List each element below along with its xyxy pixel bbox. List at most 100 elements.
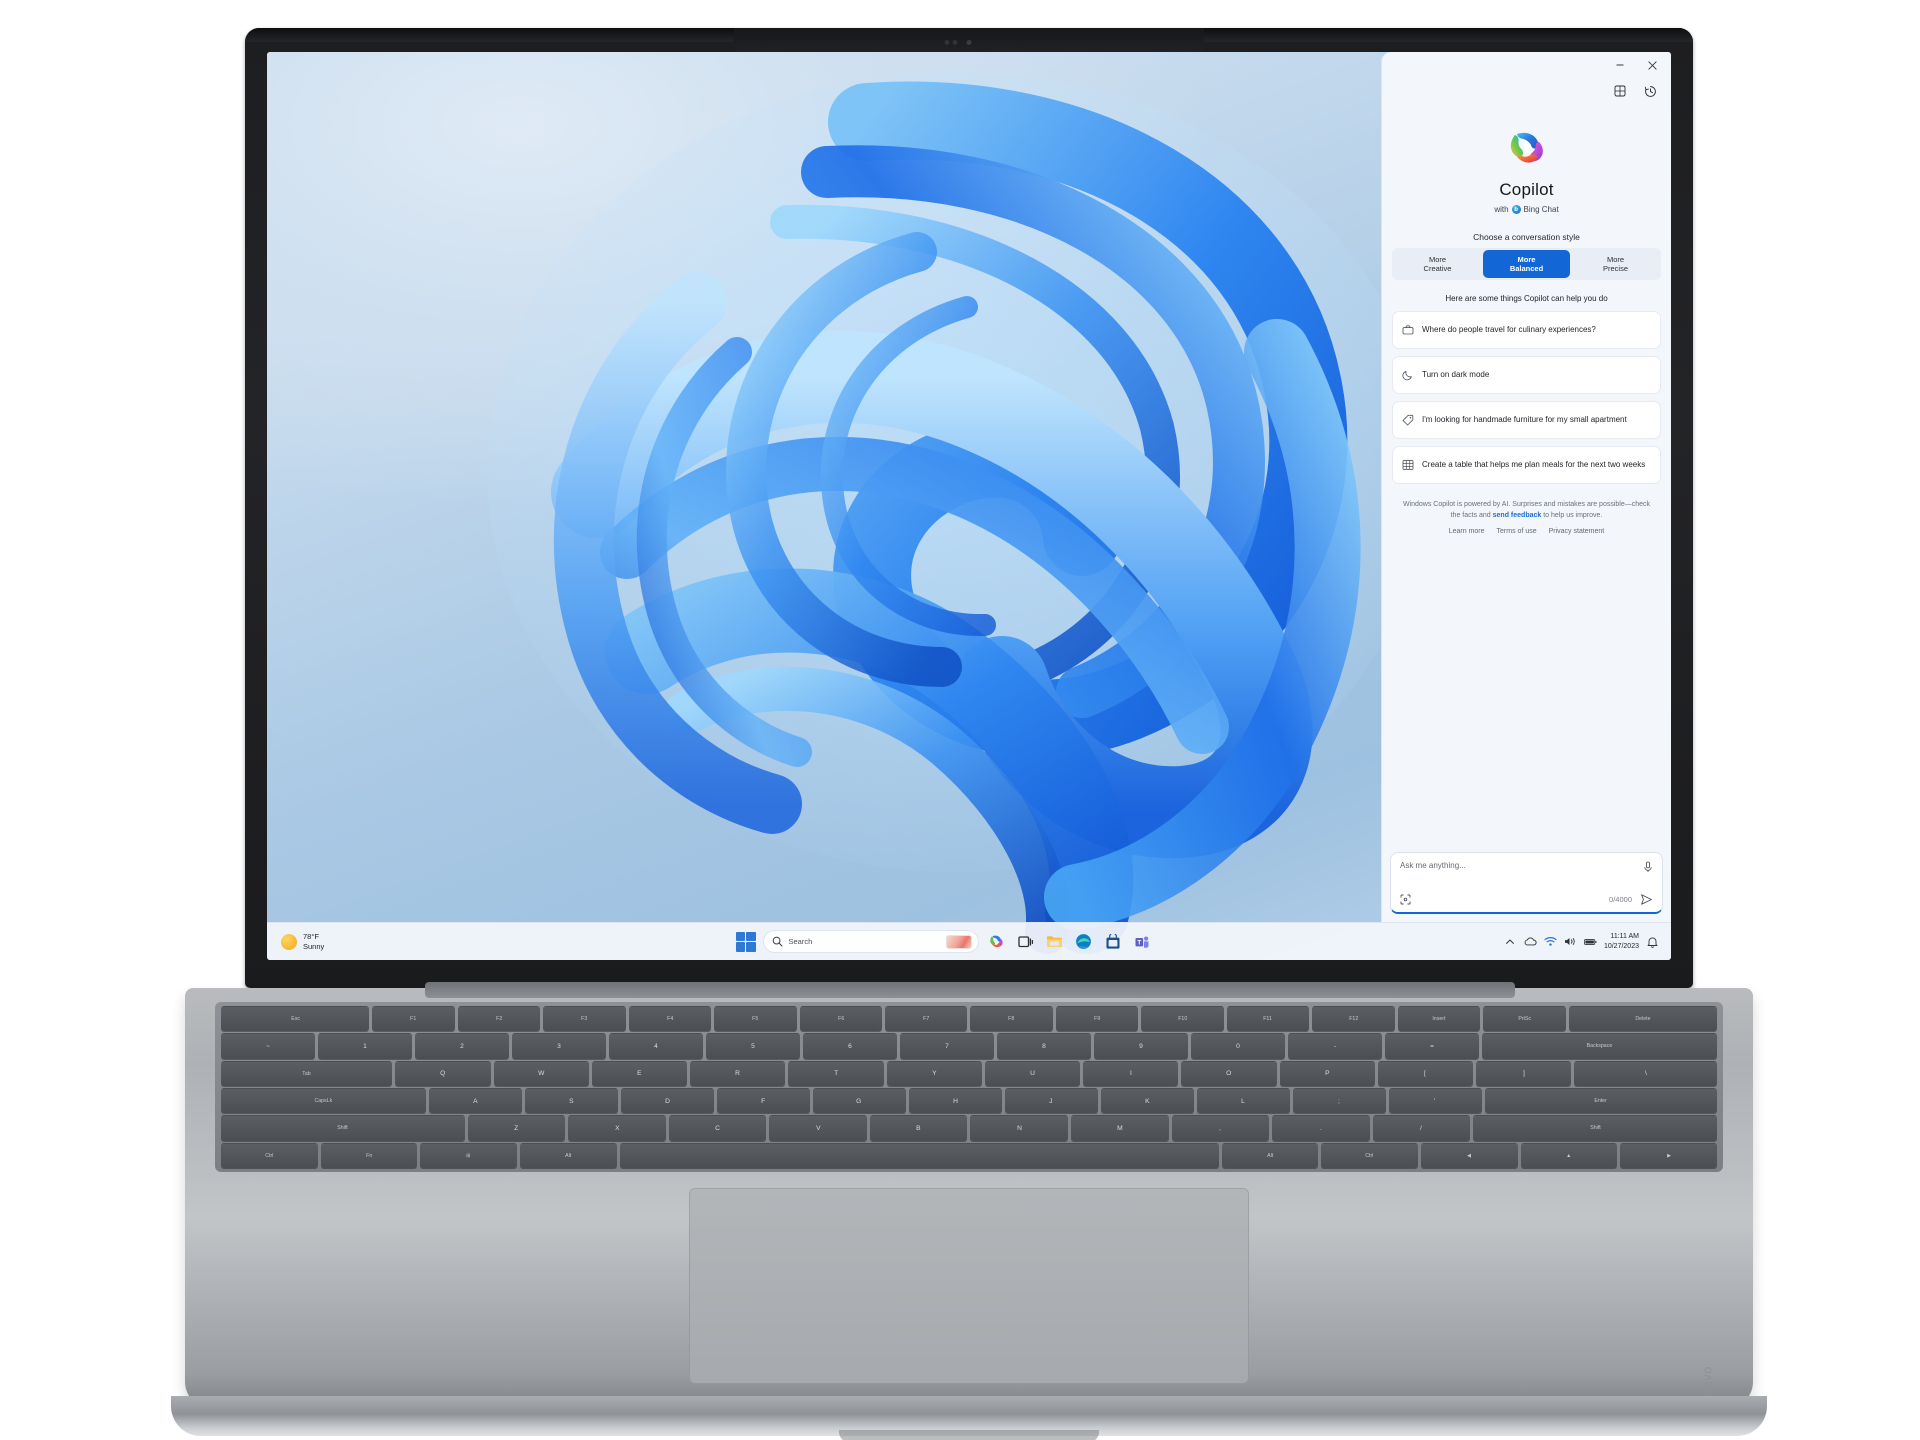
suggestion-card[interactable]: Create a table that helps me plan meals … (1392, 446, 1661, 484)
privacy-statement-link[interactable]: Privacy statement (1549, 528, 1605, 535)
key-6[interactable]: 6 (803, 1033, 897, 1059)
key-f3[interactable]: F3 (543, 1006, 626, 1032)
key-e[interactable]: E (591, 1060, 688, 1086)
key-9[interactable]: 9 (1094, 1033, 1188, 1059)
key-2[interactable]: 2 (415, 1033, 509, 1059)
trackpad[interactable] (689, 1188, 1249, 1384)
key-y[interactable]: Y (886, 1060, 982, 1086)
file-explorer-button[interactable] (1044, 931, 1066, 953)
key-[interactable]: ▶ (1620, 1142, 1717, 1168)
key-[interactable]: / (1372, 1115, 1471, 1141)
key-space[interactable] (619, 1142, 1219, 1168)
key-[interactable]: = (1385, 1033, 1479, 1059)
key-h[interactable]: H (908, 1087, 1002, 1114)
key-[interactable]: . (1272, 1115, 1370, 1141)
key-f11[interactable]: F11 (1226, 1006, 1310, 1032)
minimize-button[interactable] (1605, 54, 1635, 76)
suggestion-card[interactable]: Turn on dark mode (1392, 356, 1661, 394)
onedrive-tray-icon[interactable] (1524, 935, 1537, 948)
key-f12[interactable]: F12 (1312, 1006, 1395, 1032)
key-a[interactable]: A (428, 1087, 522, 1114)
search-input[interactable]: Search (762, 930, 979, 953)
key-esc[interactable]: Esc (221, 1006, 370, 1032)
teams-button[interactable]: T (1131, 931, 1153, 953)
key-q[interactable]: Q (395, 1060, 491, 1086)
key-[interactable]: ] (1475, 1060, 1572, 1086)
key-z[interactable]: Z (467, 1115, 566, 1141)
key-f10[interactable]: F10 (1141, 1006, 1224, 1032)
key-delete[interactable]: Delete (1568, 1006, 1717, 1032)
key-d[interactable]: D (620, 1087, 714, 1114)
key-f5[interactable]: F5 (714, 1006, 797, 1032)
key-ctrl[interactable]: Ctrl (1321, 1142, 1419, 1168)
plugins-icon[interactable] (1400, 894, 1411, 905)
key-f[interactable]: F (716, 1087, 810, 1114)
key-f9[interactable]: F9 (1055, 1006, 1139, 1032)
key-3[interactable]: 3 (512, 1033, 606, 1059)
apps-grid-button[interactable] (1609, 80, 1631, 102)
key-[interactable]: ' (1388, 1087, 1482, 1114)
key-[interactable]: \ (1574, 1060, 1718, 1086)
notification-bell-button[interactable] (1646, 935, 1659, 948)
key-tab[interactable]: Tab (221, 1060, 393, 1086)
key-v[interactable]: V (769, 1115, 867, 1141)
key-1[interactable]: 1 (318, 1033, 412, 1059)
key-5[interactable]: 5 (706, 1033, 800, 1059)
key-r[interactable]: R (690, 1060, 786, 1086)
style-more-precise[interactable]: More Precise (1572, 250, 1659, 278)
network-tray-icon[interactable] (1544, 935, 1557, 948)
microsoft-store-button[interactable] (1102, 931, 1124, 953)
weather-widget[interactable]: 78°F Sunny (267, 932, 487, 952)
volume-tray-icon[interactable] (1564, 935, 1577, 948)
key-n[interactable]: N (970, 1115, 1069, 1141)
key-[interactable]: ⊞ (420, 1142, 517, 1168)
suggestion-card[interactable]: Where do people travel for culinary expe… (1392, 311, 1661, 349)
key-m[interactable]: M (1071, 1115, 1169, 1141)
key-o[interactable]: O (1181, 1060, 1277, 1086)
key-p[interactable]: P (1279, 1060, 1375, 1086)
key-f8[interactable]: F8 (970, 1006, 1053, 1032)
microphone-icon[interactable] (1643, 861, 1653, 873)
key-7[interactable]: 7 (900, 1033, 994, 1059)
key-shift[interactable]: Shift (221, 1115, 465, 1141)
start-button[interactable] (735, 931, 756, 952)
key-[interactable]: ~ (221, 1033, 315, 1059)
battery-tray-icon[interactable] (1584, 935, 1597, 948)
key-i[interactable]: I (1083, 1060, 1179, 1086)
key-enter[interactable]: Enter (1484, 1087, 1718, 1114)
clock[interactable]: 11:11 AM 10/27/2023 (1604, 932, 1639, 951)
key-capslk[interactable]: CapsLk (221, 1087, 426, 1114)
key-[interactable]: [ (1377, 1060, 1473, 1086)
key-[interactable]: - (1288, 1033, 1382, 1059)
key-t[interactable]: T (788, 1060, 884, 1086)
style-more-balanced[interactable]: More Balanced (1483, 250, 1570, 278)
key-x[interactable]: X (568, 1115, 666, 1141)
learn-more-link[interactable]: Learn more (1449, 528, 1485, 535)
history-button[interactable] (1639, 80, 1661, 102)
key-f2[interactable]: F2 (457, 1006, 541, 1032)
task-view-button[interactable] (1015, 931, 1037, 953)
key-f1[interactable]: F1 (372, 1006, 455, 1032)
composer-box[interactable]: Ask me anything... 0/4000 (1390, 852, 1663, 914)
key-g[interactable]: G (812, 1087, 906, 1114)
key-alt[interactable]: Alt (519, 1142, 617, 1168)
key-c[interactable]: C (668, 1115, 767, 1141)
key-j[interactable]: J (1004, 1087, 1098, 1114)
key-fn[interactable]: Fn (320, 1142, 418, 1168)
key-[interactable]: ; (1292, 1087, 1386, 1114)
key-b[interactable]: B (869, 1115, 968, 1141)
key-k[interactable]: K (1100, 1087, 1194, 1114)
key-4[interactable]: 4 (609, 1033, 703, 1059)
key-f7[interactable]: F7 (885, 1006, 968, 1032)
key-[interactable]: , (1171, 1115, 1270, 1141)
key-0[interactable]: 0 (1191, 1033, 1285, 1059)
key-backspace[interactable]: Backspace (1482, 1033, 1717, 1059)
key-f4[interactable]: F4 (628, 1006, 712, 1032)
terms-of-use-link[interactable]: Terms of use (1497, 528, 1537, 535)
key-w[interactable]: W (493, 1060, 589, 1086)
send-icon[interactable] (1640, 893, 1653, 906)
suggestion-card[interactable]: I'm looking for handmade furniture for m… (1392, 401, 1661, 439)
key-alt[interactable]: Alt (1221, 1142, 1319, 1168)
show-hidden-icons-button[interactable] (1504, 935, 1517, 948)
send-feedback-link[interactable]: send feedback (1493, 512, 1542, 519)
